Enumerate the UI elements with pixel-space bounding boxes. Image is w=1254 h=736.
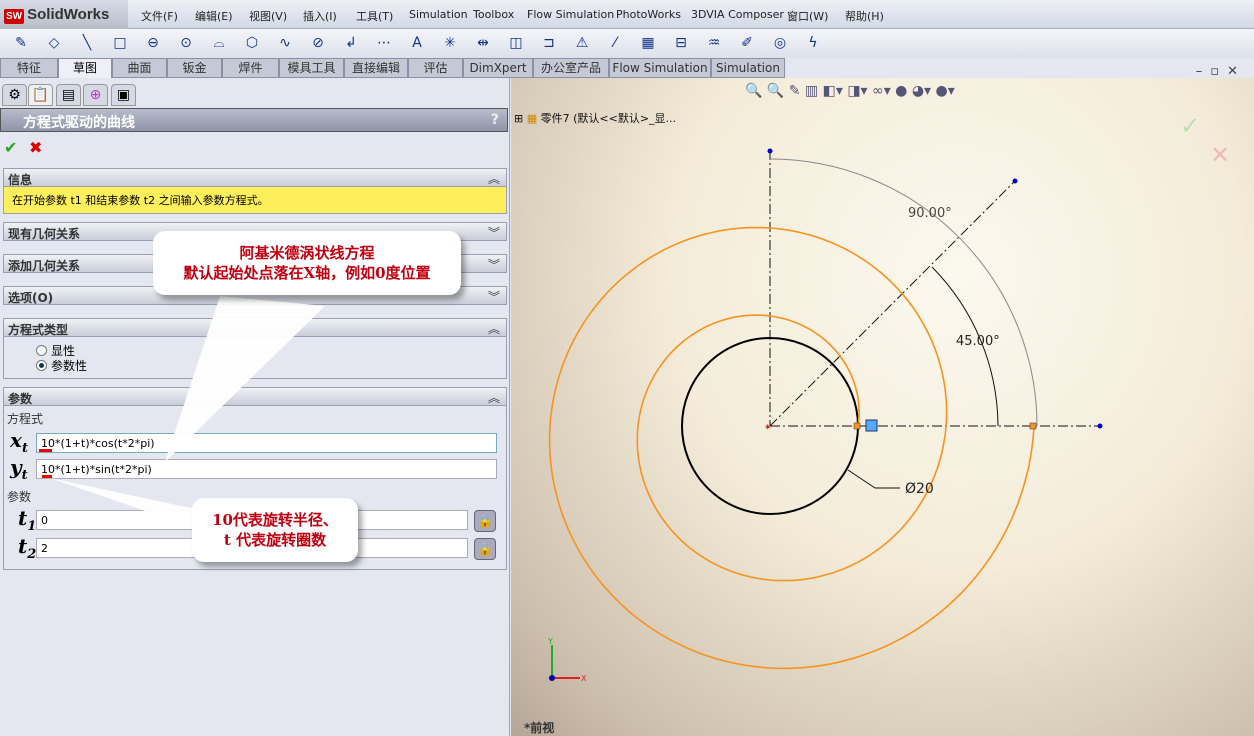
close-icon[interactable]: ✖ — [29, 138, 42, 157]
section-info[interactable]: 信息 ︽ — [3, 168, 507, 187]
chevron-up-icon: ︽ — [487, 172, 500, 186]
tab[interactable]: 钣金 — [167, 58, 222, 78]
toolbar-tool-icon[interactable]: ✳ — [441, 34, 459, 52]
tab[interactable]: 曲面 — [112, 58, 167, 78]
toolbar-tool-icon[interactable]: ♒ — [705, 34, 723, 52]
yt-label: yt — [10, 455, 28, 483]
toolbar-tool-icon[interactable]: ⇹ — [474, 34, 492, 52]
menu-item[interactable]: Simulation — [409, 8, 468, 21]
sketch-toolbar: ✎ ◇ ╲ □ ⊖ ⊙ ⌓ ⬡ ∿ ⊘ ↲ ⋯ A ✳ ⇹ ◫ ⊐ ⚠ ⁄ ▦ ⊟ ♒ ✐ ◎ ϟ — [0, 29, 1254, 58]
view-heads-up-toolbar[interactable]: 🔍 🔍 ✎ ▥ ◧▾ ◨▾ ∞▾ ● ◕▾ ●▾ — [745, 83, 955, 99]
toolbar-tool-icon[interactable]: ✎ — [12, 34, 30, 52]
tab[interactable]: 特征 — [0, 58, 58, 78]
toolbar-tool-icon[interactable]: ⊙ — [177, 34, 195, 52]
tab[interactable]: 评估 — [408, 58, 463, 78]
tab[interactable]: 模具工具 — [279, 58, 344, 78]
toolbar-tool-icon[interactable]: ⬡ — [243, 34, 261, 52]
section-parameters[interactable]: 参数 ︽ — [3, 387, 507, 406]
t2-label: t2 — [18, 534, 37, 562]
menu-item[interactable]: Toolbox — [473, 8, 514, 21]
toolbar-tool-icon[interactable]: ✐ — [738, 34, 756, 52]
display-manager-tab[interactable]: ▣ — [111, 84, 136, 106]
toolbar-tool-icon[interactable]: □ — [111, 34, 129, 52]
feature-tree-root[interactable]: ⊞ ▦ 零件7 (默认<<默认>_显... — [514, 110, 676, 126]
info-message: 在开始参数 t1 和结束参数 t2 之间输入参数方程式。 — [3, 187, 507, 214]
toolbar-tool-icon[interactable]: ⁄ — [606, 34, 624, 52]
callout-param-note: 10代表旋转半径、 t 代表旋转圈数 — [192, 498, 358, 562]
radio-parametric[interactable]: 参数性 — [36, 357, 87, 374]
toolbar-tool-icon[interactable]: ⋯ — [375, 34, 393, 52]
menu-item[interactable]: 窗口(W) — [787, 8, 828, 24]
toolbar-tool-icon[interactable]: A — [408, 34, 426, 52]
tab[interactable]: Flow Simulation — [609, 58, 711, 78]
highlight-mark — [42, 475, 52, 478]
toolbar-tool-icon[interactable]: ⊟ — [672, 34, 690, 52]
highlight-mark — [39, 449, 52, 452]
parameter-label: 参数 — [7, 490, 32, 504]
property-manager: ⚙ 📋 ▤ ⊕ ▣ 方程式驱动的曲线? ✔ ✖ 信息 ︽ 在开始参数 t1 和结束… — [0, 78, 510, 736]
property-manager-tab[interactable]: 📋 — [28, 84, 53, 106]
help-icon[interactable]: ? — [491, 112, 499, 128]
lock-icon[interactable]: 🔒 — [474, 510, 496, 532]
tab[interactable]: 焊件 — [222, 58, 279, 78]
command-manager-tabs: 特征 草图 曲面 钣金 焊件 模具工具 直接编辑 评估 DimXpert 办公室产品 Flow Si… — [0, 58, 785, 80]
xt-equation-input[interactable] — [36, 433, 497, 453]
toolbar-tool-icon[interactable]: ◎ — [771, 34, 789, 52]
tab[interactable]: DimXpert — [463, 58, 533, 78]
menu-item[interactable]: PhotoWorks — [616, 8, 681, 21]
t1-label: t1 — [18, 506, 37, 534]
tab[interactable]: 直接编辑 — [344, 58, 408, 78]
menu-item[interactable]: 3DVIA Composer — [691, 8, 784, 21]
menu-item[interactable]: 插入(I) — [303, 8, 337, 24]
yt-equation-input[interactable] — [36, 459, 497, 479]
toolbar-tool-icon[interactable]: ⊐ — [540, 34, 558, 52]
menu-item[interactable]: 视图(V) — [249, 8, 287, 24]
callout-spiral-note: 阿基米德涡状线方程 默认起始处点落在X轴，例如0度位置 — [153, 231, 461, 295]
section-equation-type[interactable]: 方程式类型 ︽ — [3, 318, 507, 337]
toolbar-tool-icon[interactable]: ↲ — [342, 34, 360, 52]
graphics-area[interactable] — [511, 78, 1254, 736]
toolbar-tool-icon[interactable]: ◫ — [507, 34, 525, 52]
configuration-manager-tab[interactable]: ▤ — [56, 84, 81, 106]
tab[interactable]: 草图 — [58, 58, 112, 80]
menu-bar: SW SolidWorks 文件(F) 编辑(E) 视图(V) 插入(I) 工具(T) Si… — [0, 0, 1254, 29]
xt-label: xt — [10, 428, 28, 456]
view-name: *前视 — [524, 721, 555, 735]
tab[interactable]: Simulation — [711, 58, 785, 78]
toolbar-tool-icon[interactable]: ▦ — [639, 34, 657, 52]
toolbar-tool-icon[interactable]: ϟ — [804, 34, 822, 52]
chevron-down-icon: ︾ — [487, 290, 500, 304]
menu-item[interactable]: 帮助(H) — [845, 8, 884, 24]
equation-label: 方程式 — [7, 412, 44, 426]
solidworks-logo: SW SolidWorks — [0, 0, 128, 29]
chevron-down-icon: ︾ — [487, 226, 500, 240]
toolbar-tool-icon[interactable]: ⊘ — [309, 34, 327, 52]
toolbar-tool-icon[interactable]: ⊖ — [144, 34, 162, 52]
window-controls[interactable]: –▫✕ — [1196, 64, 1246, 79]
toolbar-tool-icon[interactable]: ⌓ — [210, 34, 228, 52]
menu-item[interactable]: 工具(T) — [356, 8, 393, 24]
chevron-down-icon: ︾ — [487, 258, 500, 272]
tab[interactable]: 办公室产品 — [533, 58, 609, 78]
dimxpert-tab[interactable]: ⊕ — [83, 84, 108, 106]
part-icon: ▦ — [526, 112, 538, 125]
toolbar-tool-icon[interactable]: ╲ — [78, 34, 96, 52]
menu-item[interactable]: 编辑(E) — [195, 8, 233, 24]
menu-item[interactable]: Flow Simulation — [527, 8, 614, 21]
chevron-up-icon: ︽ — [487, 391, 500, 405]
check-icon[interactable]: ✔ — [4, 138, 17, 157]
feature-manager-tab[interactable]: ⚙ — [2, 84, 27, 106]
toolbar-tool-icon[interactable]: ◇ — [45, 34, 63, 52]
toolbar-tool-icon[interactable]: ∿ — [276, 34, 294, 52]
lock-icon[interactable]: 🔒 — [474, 538, 496, 560]
toolbar-tool-icon[interactable]: ⚠ — [573, 34, 591, 52]
menu-item[interactable]: 文件(F) — [141, 8, 178, 24]
chevron-up-icon: ︽ — [487, 322, 500, 336]
panel-title: 方程式驱动的曲线? — [0, 108, 508, 132]
